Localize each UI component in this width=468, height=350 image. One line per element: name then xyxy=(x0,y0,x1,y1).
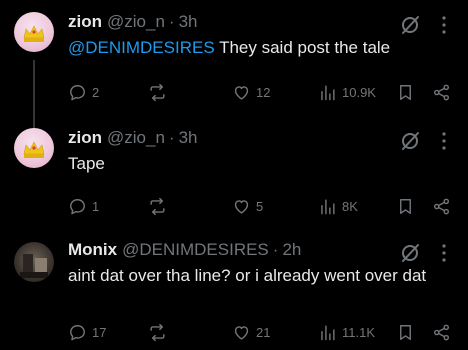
bookmark-icon xyxy=(400,324,411,340)
share-button[interactable] xyxy=(432,320,451,344)
view-count: 11.1K xyxy=(342,324,376,340)
post-text: Tape xyxy=(68,154,105,173)
like-count: 12 xyxy=(256,84,271,100)
share-icon xyxy=(433,84,450,100)
share-icon xyxy=(433,198,450,214)
view-count: 10.9K xyxy=(342,84,376,100)
post-text: @DENIMDESIRES They said post the tale xyxy=(68,36,448,60)
repost-icon xyxy=(150,197,165,215)
bookmark-icon xyxy=(400,84,411,100)
action-bar: 2 12 10.9K xyxy=(64,80,460,104)
reply-count: 17 xyxy=(92,324,107,340)
post-1[interactable]: zion @zio_n · 3h @DENIMDESIRES They said… xyxy=(0,12,468,112)
views-button[interactable]: 8K xyxy=(318,194,358,218)
separator-dot: · xyxy=(272,240,279,259)
reply-icon xyxy=(70,324,85,340)
author-handle[interactable]: @zio_n xyxy=(107,12,165,32)
avatar[interactable] xyxy=(14,12,54,52)
bookmark-icon xyxy=(400,198,411,214)
bookmark-button[interactable] xyxy=(396,80,415,104)
post-2[interactable]: zion @zio_n · 3h Tape 1 5 8K xyxy=(0,128,468,228)
bookmark-button[interactable] xyxy=(396,194,415,218)
separator-dot: · xyxy=(168,128,175,147)
views-icon xyxy=(321,324,335,340)
share-button[interactable] xyxy=(432,194,451,218)
author-handle[interactable]: @DENIMDESIRES xyxy=(122,240,269,260)
heart-icon xyxy=(234,199,249,214)
like-count: 5 xyxy=(256,198,264,214)
repost-button[interactable] xyxy=(148,80,172,104)
like-button[interactable]: 21 xyxy=(232,320,270,344)
post-time[interactable]: 3h xyxy=(179,12,198,32)
grok-icon[interactable] xyxy=(399,14,421,36)
author-name[interactable]: zion xyxy=(68,12,102,32)
action-bar: 17 21 11.1K xyxy=(64,320,460,344)
view-count: 8K xyxy=(342,198,358,214)
repost-button[interactable] xyxy=(148,194,172,218)
reply-count: 1 xyxy=(92,198,100,214)
heart-icon xyxy=(234,325,249,340)
post-3[interactable]: Monix @DENIMDESIRES · 2h aint dat over t… xyxy=(0,240,468,350)
reply-count: 2 xyxy=(92,84,100,100)
like-count: 21 xyxy=(256,324,271,340)
action-bar: 1 5 8K xyxy=(64,194,460,218)
avatar[interactable] xyxy=(14,242,54,282)
reply-button[interactable]: 17 xyxy=(68,320,106,344)
repost-icon xyxy=(150,83,165,101)
more-icon[interactable] xyxy=(433,14,455,36)
post-time[interactable]: 3h xyxy=(179,128,198,148)
author-handle[interactable]: @zio_n xyxy=(107,128,165,148)
heart-icon xyxy=(234,85,249,100)
like-button[interactable]: 12 xyxy=(232,80,270,104)
separator-dot: · xyxy=(168,12,175,31)
more-icon[interactable] xyxy=(433,130,455,152)
views-button[interactable]: 11.1K xyxy=(318,320,375,344)
views-icon xyxy=(321,84,335,100)
grok-icon[interactable] xyxy=(399,130,421,152)
like-button[interactable]: 5 xyxy=(232,194,263,218)
post-text: aint dat over tha line? or i already wen… xyxy=(68,266,427,285)
repost-button[interactable] xyxy=(148,320,172,344)
more-icon[interactable] xyxy=(433,242,455,264)
author-name[interactable]: zion xyxy=(68,128,102,148)
mention-link[interactable]: @DENIMDESIRES xyxy=(68,38,215,57)
views-button[interactable]: 10.9K xyxy=(318,80,376,104)
grok-icon[interactable] xyxy=(399,242,421,264)
reply-icon xyxy=(70,84,85,100)
views-icon xyxy=(321,198,335,214)
reply-button[interactable]: 1 xyxy=(68,194,99,218)
share-icon xyxy=(433,324,450,340)
reply-button[interactable]: 2 xyxy=(68,80,99,104)
post-time[interactable]: 2h xyxy=(282,240,301,260)
reply-icon xyxy=(70,198,85,214)
share-button[interactable] xyxy=(432,80,451,104)
post-text-content: They said post the tale xyxy=(214,38,391,57)
bookmark-button[interactable] xyxy=(396,320,415,344)
repost-icon xyxy=(150,323,165,341)
avatar[interactable] xyxy=(14,128,54,168)
author-name[interactable]: Monix xyxy=(68,240,117,260)
